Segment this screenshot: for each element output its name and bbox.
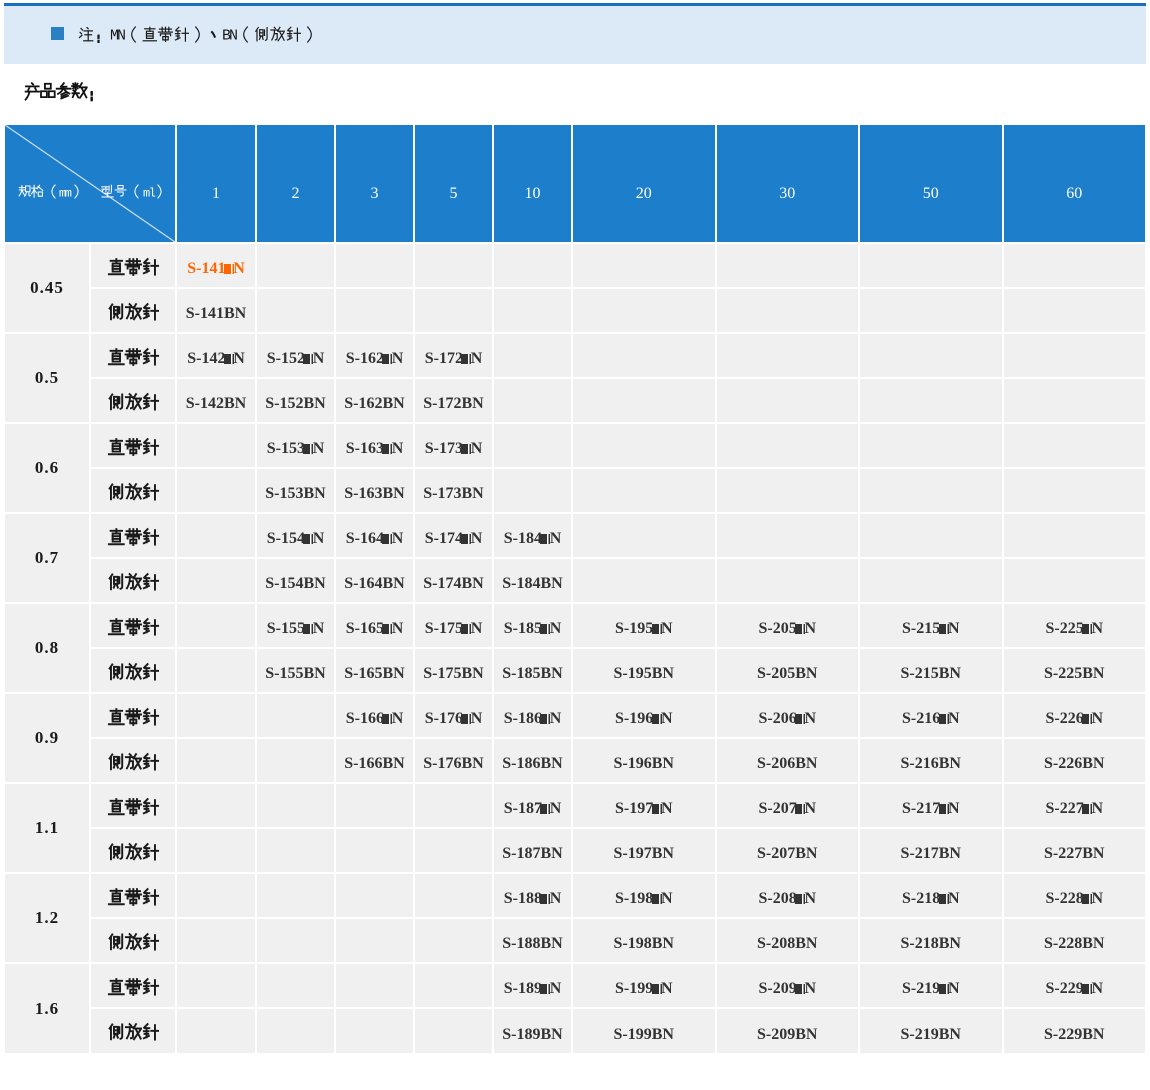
svg-text:mm: mm (59, 187, 72, 201)
svg-text:MN: MN (110, 28, 126, 44)
svg-text:BN: BN (222, 28, 238, 44)
svg-text:ml: ml (143, 187, 156, 201)
